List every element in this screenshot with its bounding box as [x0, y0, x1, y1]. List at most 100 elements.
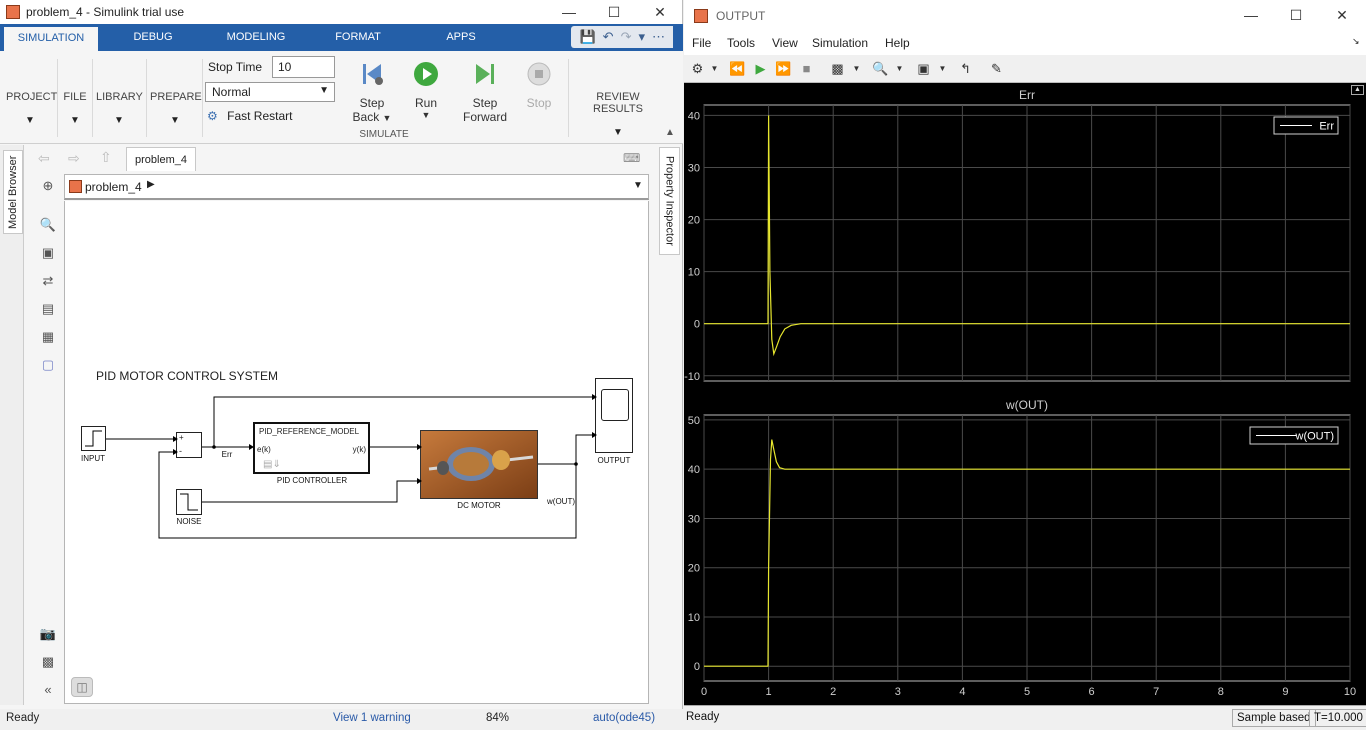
- keyboard-icon[interactable]: ⌨: [623, 151, 640, 165]
- stop-button[interactable]: Stop: [522, 61, 556, 110]
- run-label: Run: [414, 96, 437, 110]
- image-icon[interactable]: ▦: [39, 328, 57, 346]
- y-tick-label: 50: [688, 415, 700, 427]
- scope-maximize-button[interactable]: ☐: [1273, 3, 1319, 27]
- tab-apps[interactable]: APPS: [434, 24, 488, 51]
- up-arrow-icon[interactable]: ⇧: [100, 149, 112, 166]
- collapse-ribbon-icon[interactable]: ▲: [665, 127, 675, 138]
- model-data-icon[interactable]: ▩: [39, 653, 57, 671]
- forward-arrow-icon[interactable]: ⇨: [68, 150, 80, 167]
- database-icon[interactable]: ◫: [71, 677, 93, 697]
- warning-link[interactable]: View 1 warning: [333, 712, 411, 724]
- redo-icon[interactable]: ↷: [621, 29, 632, 45]
- scope-axes[interactable]: Err -10 0 10 20 30 40 Err w(OUT) 0 10 20 30 40 50 0 1 2 3 4…: [684, 83, 1366, 705]
- tab-problem-4[interactable]: problem_4: [126, 147, 196, 171]
- review-results-menu[interactable]: REVIEW RESULTS ▼: [574, 91, 662, 138]
- chevron-down-icon[interactable]: ▼: [848, 60, 865, 77]
- model-canvas[interactable]: PID MOTOR CONTROL SYSTEM INPUT + - Err P…: [64, 201, 649, 704]
- back-arrow-icon[interactable]: ⇦: [38, 150, 50, 167]
- autoscale-icon[interactable]: ▣: [915, 60, 932, 77]
- breadcrumb[interactable]: problem_4: [85, 180, 142, 194]
- arrow-connect-icon[interactable]: ⇄: [39, 272, 57, 290]
- simulation-mode-select[interactable]: Normal ▼: [205, 82, 335, 102]
- annotation-icon[interactable]: ▤: [39, 300, 57, 318]
- property-inspector-tab[interactable]: Property Inspector: [659, 147, 680, 255]
- save-icon[interactable]: 💾: [579, 29, 595, 45]
- chevron-down-icon[interactable]: ▼: [891, 60, 908, 77]
- tab-modeling[interactable]: MODELING: [220, 24, 292, 51]
- chevron-down-icon[interactable]: ▼: [633, 180, 643, 191]
- menu-tools[interactable]: Tools: [727, 36, 755, 50]
- chevron-down-icon[interactable]: ▼: [706, 60, 723, 77]
- menu-file[interactable]: File: [692, 36, 711, 50]
- highlight-block-icon[interactable]: ▩: [829, 60, 846, 77]
- fast-restart-toggle[interactable]: ⚙ Fast Restart: [207, 109, 292, 123]
- chevron-down-icon: ▼: [613, 127, 623, 138]
- step-back-button[interactable]: Step Back ▼: [352, 61, 392, 124]
- menu-help[interactable]: Help: [885, 36, 910, 50]
- breadcrumb-arrow-icon[interactable]: ▶: [147, 179, 155, 190]
- chevron-down-icon: ▼: [319, 85, 329, 96]
- scope-title: OUTPUT: [716, 8, 766, 23]
- quick-access-menu-icon[interactable]: ▾: [638, 29, 645, 45]
- chevron-down-icon[interactable]: ▼: [934, 60, 951, 77]
- project-menu[interactable]: PROJECT ▼: [6, 91, 58, 126]
- run-icon[interactable]: ▶: [752, 60, 769, 77]
- y-tick-label: 40: [688, 464, 700, 476]
- stop-icon[interactable]: ■: [798, 60, 815, 77]
- fit-to-view-icon[interactable]: ▣: [39, 244, 57, 262]
- scope-minimize-button[interactable]: —: [1228, 3, 1274, 27]
- x-tick-label: 5: [1024, 686, 1030, 698]
- area-icon[interactable]: ▢: [39, 356, 57, 374]
- stop-time-input[interactable]: 10: [272, 56, 335, 78]
- model-browser-tab[interactable]: Model Browser: [3, 150, 23, 234]
- tab-simulation[interactable]: SIMULATION: [4, 24, 98, 51]
- project-label: PROJECT: [6, 91, 58, 103]
- simulate-group-label: SIMULATE: [359, 129, 409, 140]
- divider: [146, 59, 147, 137]
- trigger-icon[interactable]: ↰: [957, 60, 974, 77]
- prepare-label: PREPARE: [150, 91, 202, 103]
- address-bar: problem_4 ▶ ▼: [64, 174, 649, 200]
- step-back-icon[interactable]: ⏪: [729, 60, 746, 77]
- step-forward-button[interactable]: Step Forward: [462, 61, 508, 124]
- tab-debug[interactable]: DEBUG: [120, 24, 186, 51]
- divider: [92, 59, 93, 137]
- x-tick-label: 0: [701, 686, 707, 698]
- hide-explorer-icon[interactable]: ⊕: [39, 177, 57, 195]
- run-button[interactable]: Run ▼: [408, 61, 444, 120]
- dock-arrow-icon[interactable]: ↘: [1352, 36, 1360, 47]
- status-ready: Ready: [6, 712, 40, 724]
- cursor-measurements-icon[interactable]: ✎: [988, 60, 1005, 77]
- navigation-bar: ⇦ ⇨ ⇧ problem_4 ⌨: [34, 147, 649, 171]
- collapse-icon[interactable]: «: [39, 681, 57, 699]
- prepare-menu[interactable]: PREPARE ▼: [150, 91, 202, 126]
- legend-label: Err: [1319, 121, 1334, 133]
- menu-simulation[interactable]: Simulation: [812, 36, 868, 50]
- more-icon[interactable]: ⋯: [652, 29, 665, 45]
- library-label: LIBRARY: [96, 91, 143, 103]
- chevron-down-icon: ▼: [170, 115, 180, 126]
- maximize-button[interactable]: ☐: [591, 0, 637, 24]
- settings-icon[interactable]: ⚙: [689, 60, 706, 77]
- y-tick-label: 10: [688, 612, 700, 624]
- minimize-button[interactable]: —: [546, 0, 592, 24]
- close-button[interactable]: ✕: [637, 0, 683, 24]
- axes-title: w(OUT): [1005, 398, 1048, 412]
- y-tick-label: -10: [684, 371, 700, 383]
- library-menu[interactable]: LIBRARY ▼: [96, 91, 143, 126]
- tab-format[interactable]: FORMAT: [326, 24, 390, 51]
- solver-link[interactable]: auto(ode45): [593, 712, 655, 724]
- zoom-in-icon[interactable]: 🔍: [872, 60, 889, 77]
- undo-icon[interactable]: ↶: [603, 29, 614, 45]
- file-menu[interactable]: FILE ▼: [60, 91, 90, 126]
- scope-title-bar: OUTPUT — ☐ ✕: [684, 0, 1366, 31]
- undock-icon[interactable]: ▲: [1351, 85, 1364, 95]
- scope-close-button[interactable]: ✕: [1319, 3, 1365, 27]
- camera-icon[interactable]: 📷: [39, 625, 57, 643]
- step-forward-icon[interactable]: ⏩: [775, 60, 792, 77]
- sample-based-indicator: Sample based: [1232, 709, 1316, 727]
- fast-restart-icon: ⚙: [207, 109, 218, 123]
- zoom-icon[interactable]: 🔍: [39, 216, 57, 234]
- menu-view[interactable]: View: [772, 36, 798, 50]
